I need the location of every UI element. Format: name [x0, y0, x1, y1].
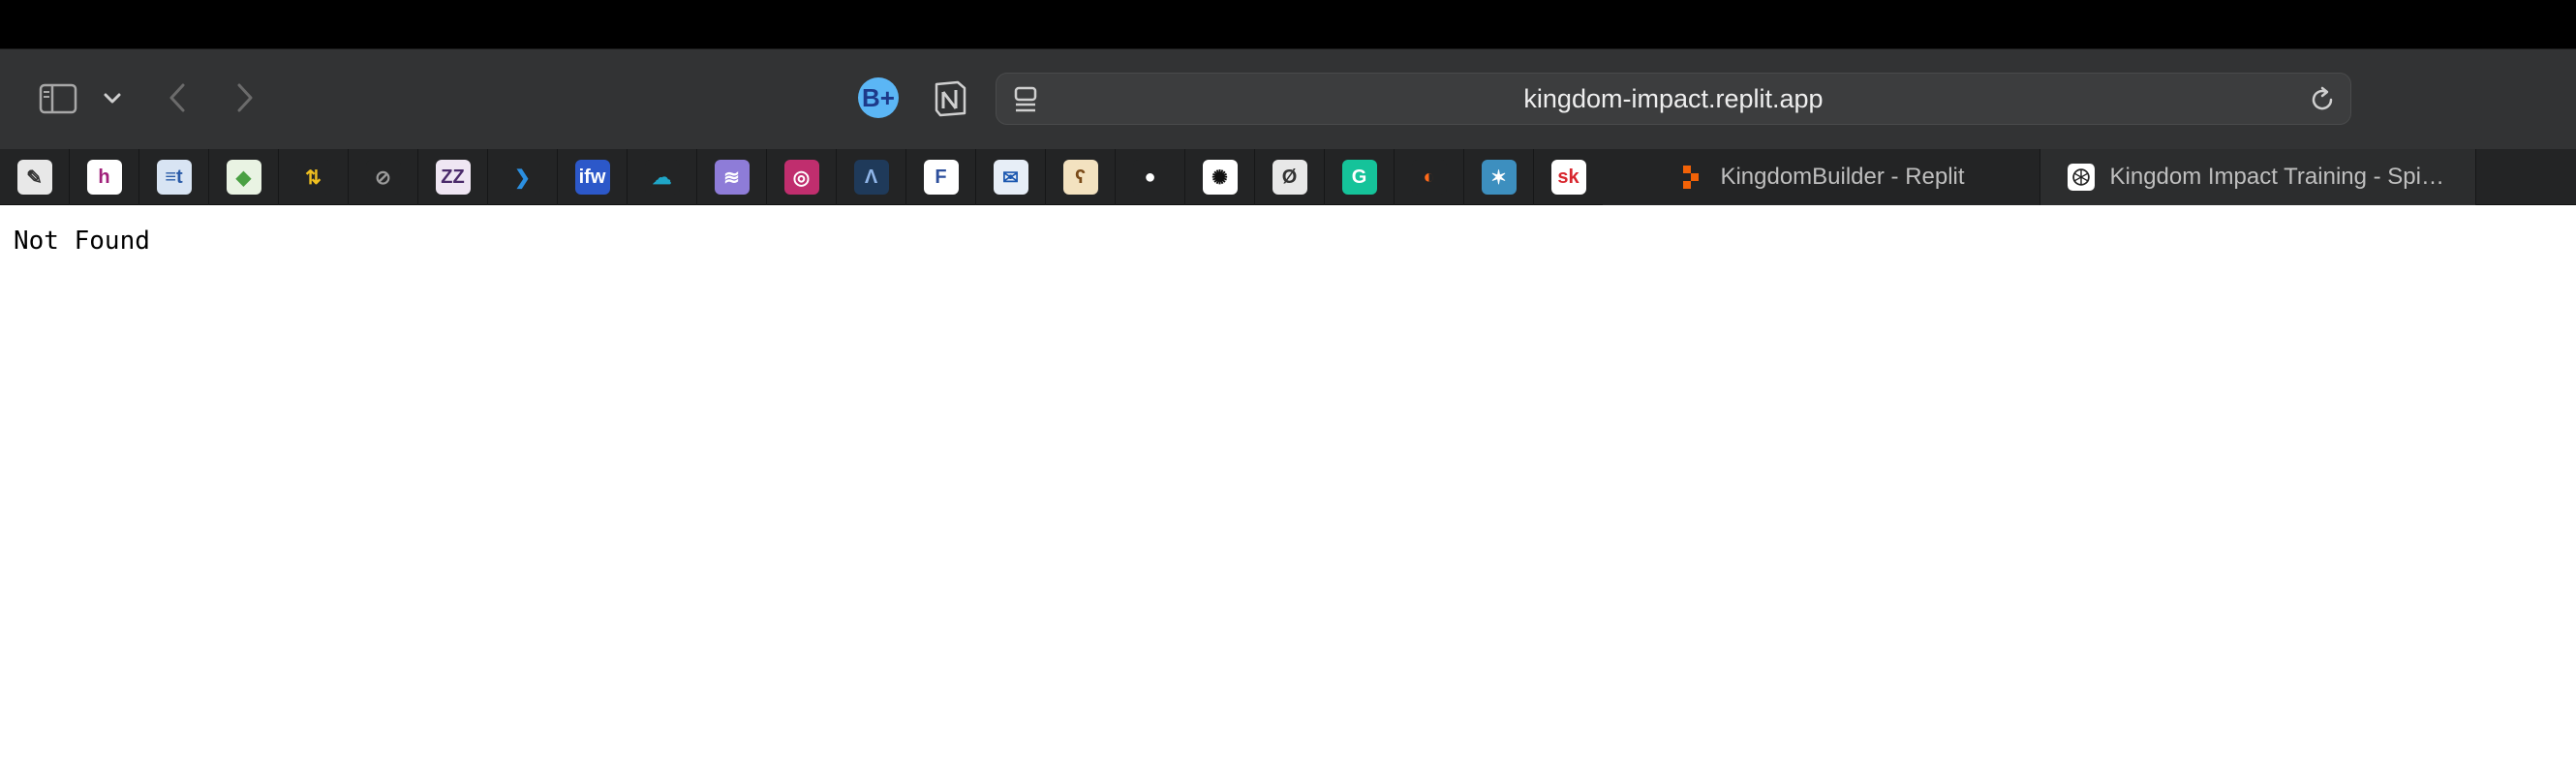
pin-tab-circle-icon: ◎ — [783, 160, 819, 195]
pin-tab-grammarly-icon: G — [1341, 160, 1377, 195]
tab-kingdom-impact-training[interactable]: Kingdom Impact Training - Spiri... — [2040, 149, 2476, 205]
pin-tab-h[interactable]: h — [70, 149, 139, 205]
bplus-extension-icon[interactable]: B+ — [858, 77, 899, 118]
pin-tab-chevron-icon: ❯ — [505, 160, 540, 195]
pin-tab-circle[interactable]: ◎ — [767, 149, 837, 205]
pin-tab-spotify[interactable]: ≋ — [697, 149, 767, 205]
pin-tab-bear-icon: ʕ — [1062, 160, 1098, 195]
pin-tab-sk-icon: sk — [1550, 160, 1586, 195]
pin-tab-lambda-icon: Λ — [853, 160, 889, 195]
tab-kingdombuilder-replit[interactable]: KingdomBuilder - Replit — [1603, 149, 2040, 205]
pin-tab-orange[interactable]: ◐ — [1395, 149, 1464, 205]
pin-tab-orange-icon: ◐ — [1411, 160, 1447, 195]
pin-tab-ifw[interactable]: ifw — [558, 149, 628, 205]
pin-tab-zz-icon: ZZ — [435, 160, 471, 195]
bplus-glyph: B+ — [862, 82, 895, 112]
pin-tab-cloud-icon: ☁ — [644, 160, 680, 195]
pin-tab-grammarly[interactable]: G — [1325, 149, 1395, 205]
replit-icon — [1677, 164, 1704, 191]
pin-tab-et[interactable]: ≡t — [139, 149, 209, 205]
pin-tab-slash-icon: Ø — [1272, 160, 1307, 195]
pin-tab-cloud[interactable]: ☁ — [628, 149, 697, 205]
pin-tab-star-icon: ✶ — [1481, 160, 1517, 195]
back-icon[interactable] — [163, 78, 192, 117]
tab-bar: ✎ h ≡t ◆ ⇅ ⊘ ZZ ❯ ifw ☁ ≋ ◎ Λ F ✉ ʕ ● ✺ Ø G ◐ ✶ sk KingdomBuil… — [0, 149, 2576, 205]
notion-extension-icon[interactable] — [930, 77, 970, 118]
pin-tab-arrows[interactable]: ⇅ — [279, 149, 349, 205]
pin-tab-pencil-icon: ✎ — [16, 160, 52, 195]
forward-icon[interactable] — [230, 78, 260, 117]
address-bar[interactable]: kingdom-impact.replit.app — [996, 73, 2351, 125]
pin-tab-f-icon: F — [923, 160, 959, 195]
pin-tab-mail-icon: ✉ — [993, 160, 1028, 195]
os-menu-bar — [0, 0, 2576, 48]
pin-tab-compass-icon: ⊘ — [365, 160, 401, 195]
pin-tab-green-icon: ◆ — [226, 160, 261, 195]
pin-tab-arrows-icon: ⇅ — [295, 160, 331, 195]
pin-tab-h-icon: h — [86, 160, 122, 195]
pin-tab-compass[interactable]: ⊘ — [349, 149, 418, 205]
sidebar-icon[interactable] — [37, 82, 79, 115]
tab-label: Kingdom Impact Training - Spiri... — [2109, 164, 2449, 190]
pin-tab-bear[interactable]: ʕ — [1046, 149, 1116, 205]
chevron-down-icon[interactable] — [101, 86, 124, 111]
pin-tab-sk[interactable]: sk — [1534, 149, 1604, 205]
pin-tab-et-icon: ≡t — [156, 160, 192, 195]
page-content: Not Found — [0, 205, 2576, 757]
pin-tab-apple[interactable]: ● — [1116, 149, 1185, 205]
pin-tab-pencil[interactable]: ✎ — [0, 149, 70, 205]
pin-tab-star[interactable]: ✶ — [1464, 149, 1534, 205]
pin-tab-mail[interactable]: ✉ — [976, 149, 1046, 205]
pin-tab-slash[interactable]: Ø — [1255, 149, 1325, 205]
address-url[interactable]: kingdom-impact.replit.app — [997, 74, 2350, 124]
pin-tab-chevron[interactable]: ❯ — [488, 149, 558, 205]
pin-tab-ifw-icon: ifw — [574, 160, 610, 195]
pin-tab-spotify-icon: ≋ — [714, 160, 750, 195]
openai-icon — [2067, 164, 2095, 191]
pin-tab-f[interactable]: F — [906, 149, 976, 205]
pin-tab-spark-icon: ✺ — [1202, 160, 1238, 195]
pin-tab-lambda[interactable]: Λ — [837, 149, 906, 205]
pin-tab-zz[interactable]: ZZ — [418, 149, 488, 205]
browser-toolbar: B+ kingdom-impact.replit.app — [0, 48, 2576, 149]
not-found-message: Not Found — [14, 227, 150, 256]
pin-tab-apple-icon: ● — [1132, 160, 1168, 195]
tab-label: KingdomBuilder - Replit — [1720, 164, 1965, 190]
pin-tab-green[interactable]: ◆ — [209, 149, 279, 205]
reload-icon[interactable] — [2308, 85, 2337, 114]
pin-tab-spark[interactable]: ✺ — [1185, 149, 1255, 205]
